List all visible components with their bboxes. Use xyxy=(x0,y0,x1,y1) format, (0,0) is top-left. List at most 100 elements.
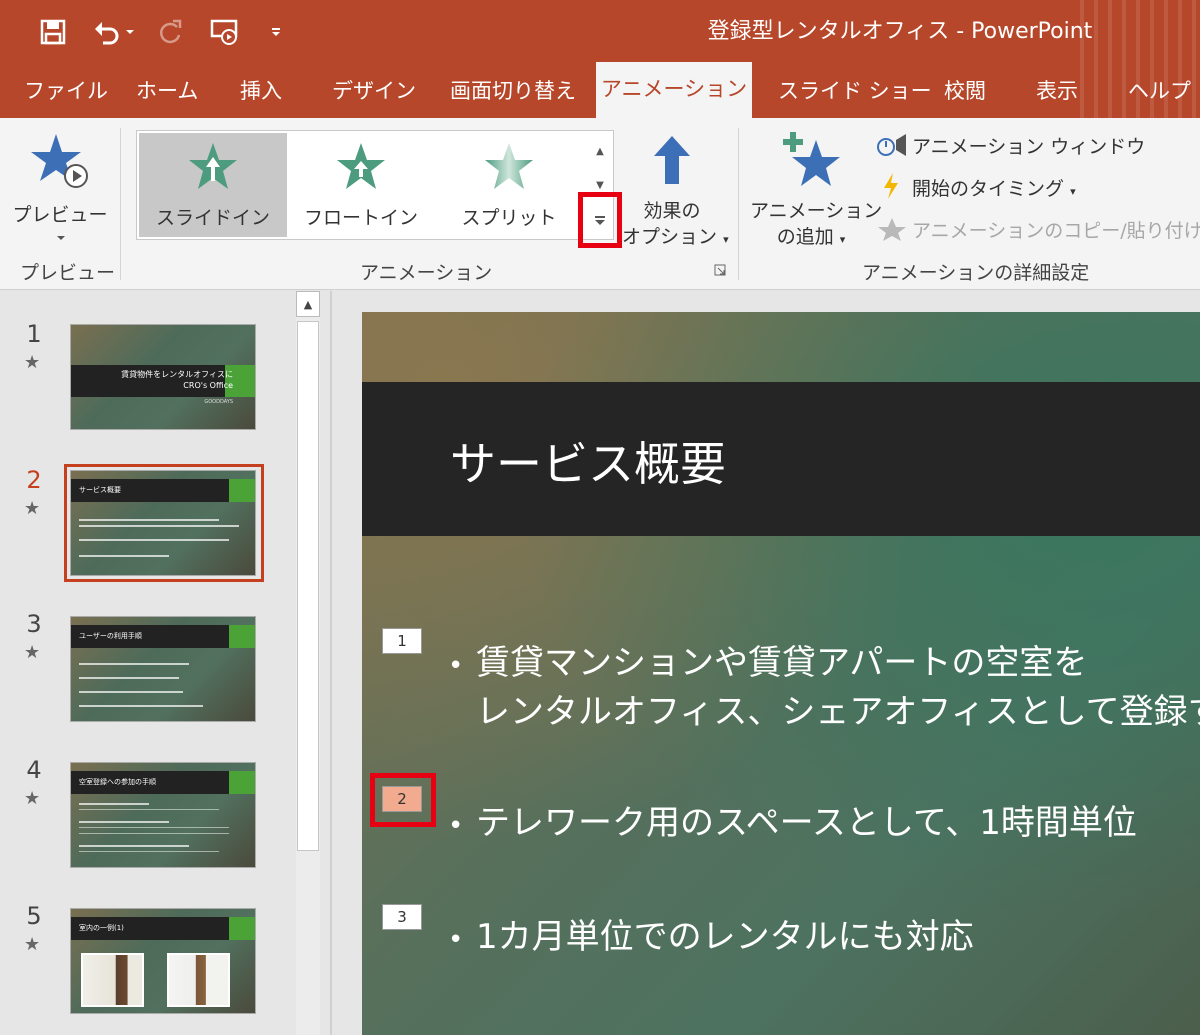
slide-canvas[interactable]: サービス概要 1 • 賃貸マンションや賃貸アパートの空室を レンタルオフィス、シェ… xyxy=(362,312,1200,1035)
slide-in-effect-icon xyxy=(189,143,237,189)
thumb-text-line xyxy=(79,519,219,521)
effect-options-label-2-wrap: オプション ▾ xyxy=(622,222,729,249)
chevron-down-icon: ▾ xyxy=(839,233,846,246)
slide-number: 1 xyxy=(26,320,42,348)
gallery-item-split[interactable]: スプリット xyxy=(435,133,583,237)
room-photo-2 xyxy=(167,952,230,1007)
tab-design[interactable]: デザイン xyxy=(332,64,416,118)
slide-thumbnail-5[interactable]: 室内の一例(1) xyxy=(70,908,256,1014)
bullet-dot: • xyxy=(448,651,464,681)
save-icon[interactable] xyxy=(34,14,72,50)
animation-star-icon: ★ xyxy=(24,498,41,519)
tab-animations[interactable]: アニメーション xyxy=(596,62,752,118)
slide-thumbnail-4[interactable]: 空室登録への参加の手順 xyxy=(70,762,256,868)
gallery-item-slide-in[interactable]: スライドイン xyxy=(139,133,287,237)
tab-help[interactable]: ヘルプ xyxy=(1128,64,1191,118)
animation-star-icon: ★ xyxy=(24,642,41,663)
slide-thumbnail-1[interactable]: 賃貸物件をレンタルオフィスに CRO's Office GOODDAYS xyxy=(70,324,256,430)
add-animation-button[interactable]: アニメーション の追加 ▾ xyxy=(750,126,883,256)
bullet-item-1[interactable]: • 賃貸マンションや賃貸アパートの空室を レンタルオフィス、シェアオフィスとして登… xyxy=(448,640,1200,735)
effect-options-label-2: オプション xyxy=(622,226,718,248)
thumb-text-line xyxy=(79,539,229,541)
group-label-animation: アニメーション xyxy=(360,262,493,284)
window-title: 登録型レンタルオフィス - PowerPoint xyxy=(707,19,1093,44)
gallery-scroll-up[interactable]: ▲ xyxy=(588,134,612,168)
animation-painter-label: アニメーションのコピー/貼り付け xyxy=(912,220,1200,242)
effect-options-arrow-icon xyxy=(654,136,690,184)
bullet-dot: • xyxy=(448,811,464,841)
animation-pane-button[interactable]: アニメーション ウィンドウ xyxy=(876,130,1176,160)
bullet-dot: • xyxy=(448,925,464,955)
chevron-down-icon xyxy=(57,236,65,240)
thumb-text-line xyxy=(79,691,183,693)
animation-star-icon: ★ xyxy=(24,788,41,809)
thumb-text-line xyxy=(79,677,179,679)
dialog-launcher-icon[interactable] xyxy=(714,264,726,276)
thumb-accent xyxy=(229,625,255,649)
float-in-effect-icon xyxy=(337,143,385,189)
thumb-text-line xyxy=(79,525,239,527)
bullet-item-2[interactable]: • テレワーク用のスペースとして、1時間単位 xyxy=(448,800,1137,849)
trigger-label: 開始のタイミング xyxy=(912,178,1065,200)
slide-number: 5 xyxy=(26,902,42,930)
tab-insert[interactable]: 挿入 xyxy=(240,64,282,118)
animation-star-icon: ★ xyxy=(24,934,41,955)
split-effect-icon xyxy=(485,143,533,189)
thumb-text-line xyxy=(79,827,229,828)
animation-painter-button[interactable]: アニメーションのコピー/貼り付け xyxy=(876,214,1200,244)
slideshow-from-start-icon[interactable] xyxy=(206,14,244,50)
tab-file[interactable]: ファイル xyxy=(24,64,108,118)
thumb-title: 賃貸物件をレンタルオフィスに xyxy=(121,370,233,379)
redo-icon[interactable] xyxy=(152,14,190,50)
animation-order-badge[interactable]: 3 xyxy=(382,904,422,930)
pane-divider[interactable] xyxy=(330,291,332,1035)
thumb-text-line xyxy=(79,851,219,852)
thumb-accent xyxy=(229,479,255,503)
bullet-item-3[interactable]: • 1カ月単位でのレンタルにも対応 xyxy=(448,914,974,963)
tab-view[interactable]: 表示 xyxy=(1036,64,1078,118)
add-animation-label-1: アニメーション xyxy=(750,200,883,222)
preview-label: プレビュー xyxy=(12,204,108,226)
effect-options-label-1: 効果の xyxy=(643,200,701,222)
thumb-title: 空室登録への参加の手順 xyxy=(79,777,156,786)
slide-thumbnail-2[interactable]: サービス概要 xyxy=(70,470,256,576)
tab-home[interactable]: ホーム xyxy=(136,64,198,118)
thumb-accent xyxy=(229,771,255,795)
tab-transitions[interactable]: 画面切り替え xyxy=(450,64,576,118)
slide-title[interactable]: サービス概要 xyxy=(450,428,726,494)
thumb-accent xyxy=(229,917,255,941)
gallery-item-label: スライドイン xyxy=(155,207,270,229)
slide-number: 2 xyxy=(26,466,42,494)
effect-options-button[interactable]: 効果の オプション ▾ xyxy=(622,126,729,256)
thumb-title: 室内の一例(1) xyxy=(79,923,124,932)
scrollbar-thumb[interactable] xyxy=(297,321,319,851)
group-separator xyxy=(120,128,121,280)
gallery-item-float-in[interactable]: フロートイン xyxy=(287,133,435,237)
title-bar: 登録型レンタルオフィス - PowerPoint ファイル ホーム 挿入 デザイ… xyxy=(0,0,1200,118)
thumb-text-line xyxy=(79,845,189,847)
chevron-down-icon: ▾ xyxy=(1070,185,1076,198)
ribbon: プレビュー プレビュー スライドイン フロートイン スプリット ▲ ▼ 効果の … xyxy=(0,118,1200,290)
bullet-text: 1カ月単位でのレンタルにも対応 xyxy=(476,917,974,957)
animation-gallery: スライドイン フロートイン スプリット xyxy=(136,130,614,240)
customize-qat-icon[interactable] xyxy=(262,14,290,50)
thumb-title: サービス概要 xyxy=(79,485,121,494)
tab-slideshow[interactable]: スライド ショー xyxy=(778,64,932,118)
animation-order-badge[interactable]: 1 xyxy=(382,628,422,654)
chevron-down-icon: ▾ xyxy=(723,233,729,246)
group-label-preview: プレビュー xyxy=(20,262,116,284)
preview-button[interactable]: プレビュー xyxy=(10,126,110,248)
thumbnail-scrollbar[interactable]: ▲ xyxy=(296,291,320,1035)
slide-thumbnail-3[interactable]: ユーザーの利用手順 xyxy=(70,616,256,722)
undo-dropdown-icon[interactable] xyxy=(120,14,140,50)
trigger-button[interactable]: 開始のタイミング ▾ xyxy=(876,172,1176,202)
lightning-icon xyxy=(884,173,898,199)
scroll-up-icon[interactable]: ▲ xyxy=(296,291,320,317)
tab-review[interactable]: 校閲 xyxy=(944,64,986,118)
group-label-advanced-animation: アニメーションの詳細設定 xyxy=(862,262,1090,284)
thumb-text-line xyxy=(79,809,219,810)
add-animation-label-2: の追加 xyxy=(776,226,834,248)
add-animation-star-icon xyxy=(783,132,840,186)
bullet-text-continued: レンタルオフィス、シェアオフィスとして登録す xyxy=(476,692,1200,732)
slide-title-bar: サービス概要 xyxy=(362,382,1200,536)
